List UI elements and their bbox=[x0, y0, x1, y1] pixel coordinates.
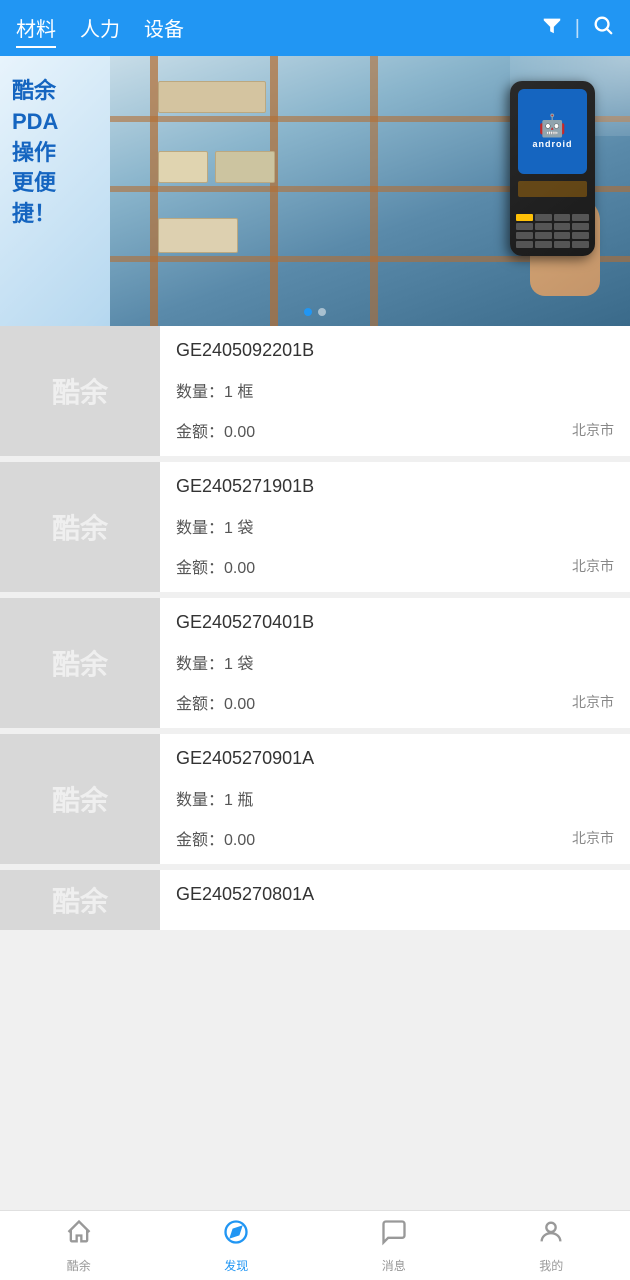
nav-tabs: 材料 人力 设备 bbox=[16, 9, 184, 48]
message-icon bbox=[380, 1218, 408, 1253]
item-location: 北京市 bbox=[572, 692, 614, 712]
item-amount: 金额：0.00 bbox=[176, 826, 255, 850]
search-button[interactable] bbox=[592, 14, 614, 42]
item-quantity: 数量：1 框 bbox=[176, 378, 614, 402]
list-item[interactable]: 酷余 GE2405270901A 数量：1 瓶 金额：0.00 北京市 bbox=[0, 734, 630, 864]
list-item[interactable]: 酷余 GE2405271901B 数量：1 袋 金额：0.00 北京市 bbox=[0, 462, 630, 592]
nav-tab-materials[interactable]: 材料 bbox=[16, 9, 56, 48]
item-quantity: 数量：1 瓶 bbox=[176, 786, 614, 810]
item-location: 北京市 bbox=[572, 828, 614, 848]
item-location: 北京市 bbox=[572, 420, 614, 440]
bottom-navigation: 酷余 发现 消息 我的 bbox=[0, 1210, 630, 1280]
bottom-nav-messages-label: 消息 bbox=[382, 1257, 406, 1274]
item-logo: 酷余 bbox=[0, 870, 160, 930]
list-item[interactable]: 酷余 GE2405092201B 数量：1 框 金额：0.00 北京市 bbox=[0, 326, 630, 456]
pda-device-image: 🤖 android bbox=[480, 76, 610, 296]
bottom-nav-profile-label: 我的 bbox=[539, 1257, 563, 1274]
nav-divider: | bbox=[575, 17, 580, 40]
item-logo: 酷余 bbox=[0, 598, 160, 728]
bottom-nav-messages[interactable]: 消息 bbox=[354, 1218, 434, 1274]
item-content: GE2405270801A bbox=[160, 870, 630, 930]
banner-dots bbox=[304, 308, 326, 316]
person-icon bbox=[537, 1218, 565, 1253]
item-id: GE2405271901B bbox=[176, 476, 614, 497]
item-logo: 酷余 bbox=[0, 734, 160, 864]
item-quantity: 数量：1 袋 bbox=[176, 650, 614, 674]
banner: 酷余 PDA 操作 更便 捷！ 🤖 android bbox=[0, 56, 630, 326]
banner-dot-1[interactable] bbox=[304, 308, 312, 316]
bottom-nav-discover-label: 发现 bbox=[224, 1257, 248, 1274]
item-amount: 金额：0.00 bbox=[176, 554, 255, 578]
nav-action-icons: | bbox=[541, 14, 614, 42]
item-logo: 酷余 bbox=[0, 462, 160, 592]
bottom-nav-profile[interactable]: 我的 bbox=[511, 1218, 591, 1274]
bottom-nav-home-label: 酷余 bbox=[67, 1257, 91, 1274]
banner-title: 酷余 PDA 操作 更便 捷！ bbox=[12, 76, 108, 230]
item-content: GE2405270901A 数量：1 瓶 金额：0.00 北京市 bbox=[160, 734, 630, 864]
item-id: GE2405092201B bbox=[176, 340, 614, 361]
banner-dot-2[interactable] bbox=[318, 308, 326, 316]
item-amount: 金额：0.00 bbox=[176, 418, 255, 442]
item-quantity: 数量：1 袋 bbox=[176, 514, 614, 538]
top-navigation: 材料 人力 设备 | bbox=[0, 0, 630, 56]
home-icon bbox=[65, 1218, 93, 1253]
item-amount: 金额：0.00 bbox=[176, 690, 255, 714]
item-content: GE2405271901B 数量：1 袋 金额：0.00 北京市 bbox=[160, 462, 630, 592]
nav-tab-personnel[interactable]: 人力 bbox=[80, 9, 120, 48]
item-bottom-row: 金额：0.00 北京市 bbox=[176, 418, 614, 442]
bottom-nav-discover[interactable]: 发现 bbox=[196, 1218, 276, 1274]
banner-text-area: 酷余 PDA 操作 更便 捷！ bbox=[0, 56, 120, 250]
item-id: GE2405270801A bbox=[176, 884, 614, 905]
item-bottom-row: 金额：0.00 北京市 bbox=[176, 554, 614, 578]
filter-button[interactable] bbox=[541, 14, 563, 42]
nav-tab-equipment[interactable]: 设备 bbox=[144, 9, 184, 48]
item-id: GE2405270401B bbox=[176, 612, 614, 633]
compass-icon bbox=[222, 1218, 250, 1253]
item-bottom-row: 金额：0.00 北京市 bbox=[176, 826, 614, 850]
item-content: GE2405092201B 数量：1 框 金额：0.00 北京市 bbox=[160, 326, 630, 456]
item-id: GE2405270901A bbox=[176, 748, 614, 769]
item-bottom-row: 金额：0.00 北京市 bbox=[176, 690, 614, 714]
list-item[interactable]: 酷余 GE2405270801A bbox=[0, 870, 630, 930]
item-logo: 酷余 bbox=[0, 326, 160, 456]
item-content: GE2405270401B 数量：1 袋 金额：0.00 北京市 bbox=[160, 598, 630, 728]
list-item[interactable]: 酷余 GE2405270401B 数量：1 袋 金额：0.00 北京市 bbox=[0, 598, 630, 728]
bottom-nav-home[interactable]: 酷余 bbox=[39, 1218, 119, 1274]
item-list: 酷余 GE2405092201B 数量：1 框 金额：0.00 北京市 酷余 G… bbox=[0, 326, 630, 930]
item-location: 北京市 bbox=[572, 556, 614, 576]
